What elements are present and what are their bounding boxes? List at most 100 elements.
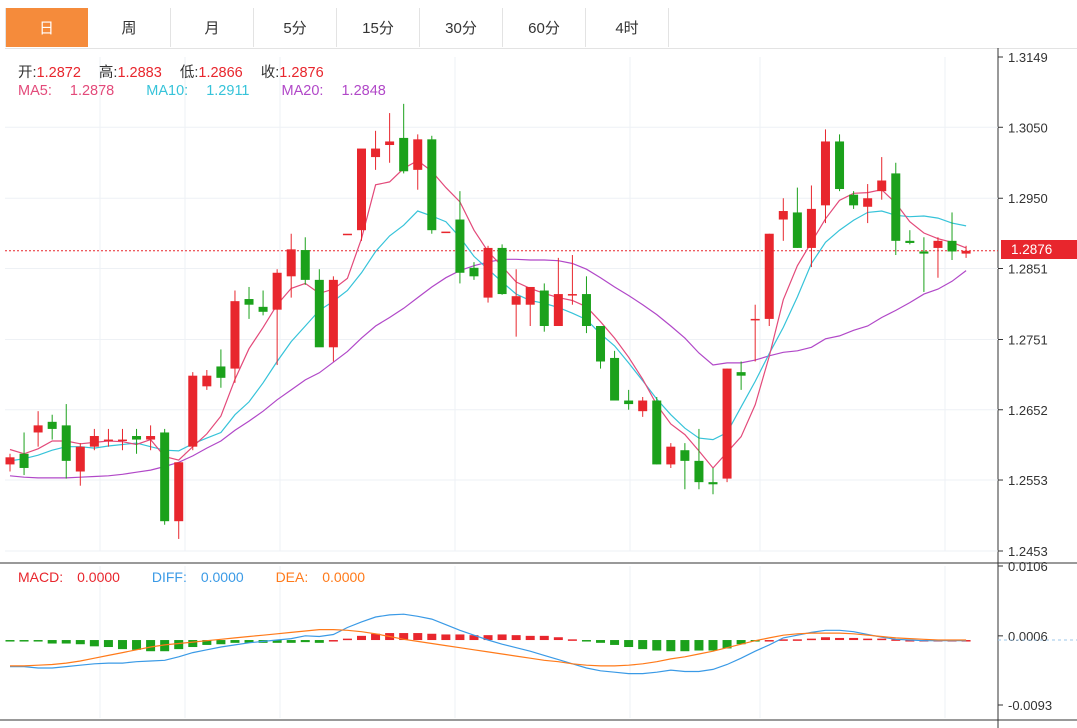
candle-body [792,212,802,248]
price-tick-label: 1.2950 [1008,191,1048,206]
candle-body [919,251,929,254]
candle-body [835,141,845,190]
candle-body [132,436,142,440]
macd-bar [863,638,873,641]
candle-body [961,250,971,254]
candle-body [722,368,732,479]
candle-body [596,326,606,362]
macd-bar [117,640,127,650]
macd-bar [567,639,577,641]
macd-bar [877,638,887,641]
candle-body [806,208,816,248]
macd-bar [5,640,15,642]
candle-body [455,219,465,273]
macd-bar [188,640,198,648]
candle-body [483,247,493,298]
macd-bar [708,640,718,651]
macd-readout: MACD: 0.0000 DIFF: 0.0000 DEA: 0.0000 [18,569,393,585]
macd-bar [19,640,29,642]
candle-body [849,194,859,206]
macd-bar [638,640,648,650]
candle-body [427,139,437,231]
candle-body [160,432,170,522]
macd-bar [300,640,310,643]
macd-bar [174,640,184,650]
candle-body [863,198,873,207]
macd-bar [497,634,507,641]
macd-bar [33,640,43,642]
macd-bar [342,638,352,641]
candle-body [385,141,395,146]
candle-body [694,460,704,483]
macd-bar [314,640,324,643]
candle-body [328,279,338,348]
macd-bar [216,640,226,645]
candle-body [750,318,760,321]
macd-legend: MACD: 0.0000 [18,569,134,585]
diff-value: 0.0000 [200,569,244,585]
ma5-legend: MA5: 1.2878 [18,83,128,99]
candle-body [933,240,943,248]
macd-bar [328,640,338,642]
macd-bar [511,635,521,641]
candle-body [230,301,240,369]
candle-body [553,294,563,327]
candle-body [188,375,198,447]
macd-bar [132,640,142,650]
candle-body [638,400,648,412]
dea-value: 0.0000 [322,569,366,585]
close-label: 收: [260,65,280,81]
ma5-line [9,159,967,469]
candle-body [736,372,746,376]
candle-body [413,139,423,170]
candle-body [539,290,549,327]
candle-body [47,421,57,429]
candle-body [778,211,788,220]
candle-body [610,357,620,401]
candle-body [89,436,99,447]
macd-value: 0.0000 [77,569,120,585]
dea-label: DEA: [275,569,309,585]
candle-body [117,439,127,442]
candle-body [216,366,226,378]
candle-body [891,173,901,241]
candle-body [399,137,409,172]
macd-tick-label: 0.0106 [1008,559,1048,574]
macd-bar [820,637,830,641]
macd-bar [539,635,549,641]
price-tick-label: 1.2751 [1008,332,1048,347]
price-tick-label: 1.2453 [1008,544,1048,559]
ma10-label: MA10: [146,83,189,99]
macd-bar [455,634,465,641]
candle-body [314,279,324,348]
open-label: 开: [18,65,37,81]
macd-bar [849,637,859,641]
macd-bar [792,639,802,641]
candle-body [75,446,85,472]
candle-body [300,250,310,280]
high-value: 1.2883 [117,65,162,81]
macd-tick-label: 0.0006 [1008,629,1048,644]
macd-bar [652,640,662,651]
candle-body [103,439,113,442]
candle-body [202,375,212,387]
candle-body [258,306,268,312]
macd-bar [357,635,366,641]
macd-bar [694,640,704,651]
macd-bar [666,640,676,652]
dea-legend: DEA: 0.0000 [276,569,380,585]
price-chart: 1.3149 1.3050 1.2950 1.2851 1.2751 1.2652 1.25… [0,48,1077,728]
candle-body [5,457,15,465]
macd-bar [835,637,845,641]
macd-bar [624,640,634,648]
macd-bar [806,638,816,641]
macd-bar [413,633,423,641]
open-value: 1.2872 [36,65,81,81]
macd-tick-label: -0.0093 [1008,698,1052,713]
candle-body [371,148,381,158]
macd-bar [286,640,296,643]
candle-body [286,249,296,277]
ohlc-readout: 开:1.2872 高:1.2883 低:1.2866 收:1.2876 [18,61,338,82]
macd-bar [61,640,71,644]
macd-bar [103,640,113,648]
